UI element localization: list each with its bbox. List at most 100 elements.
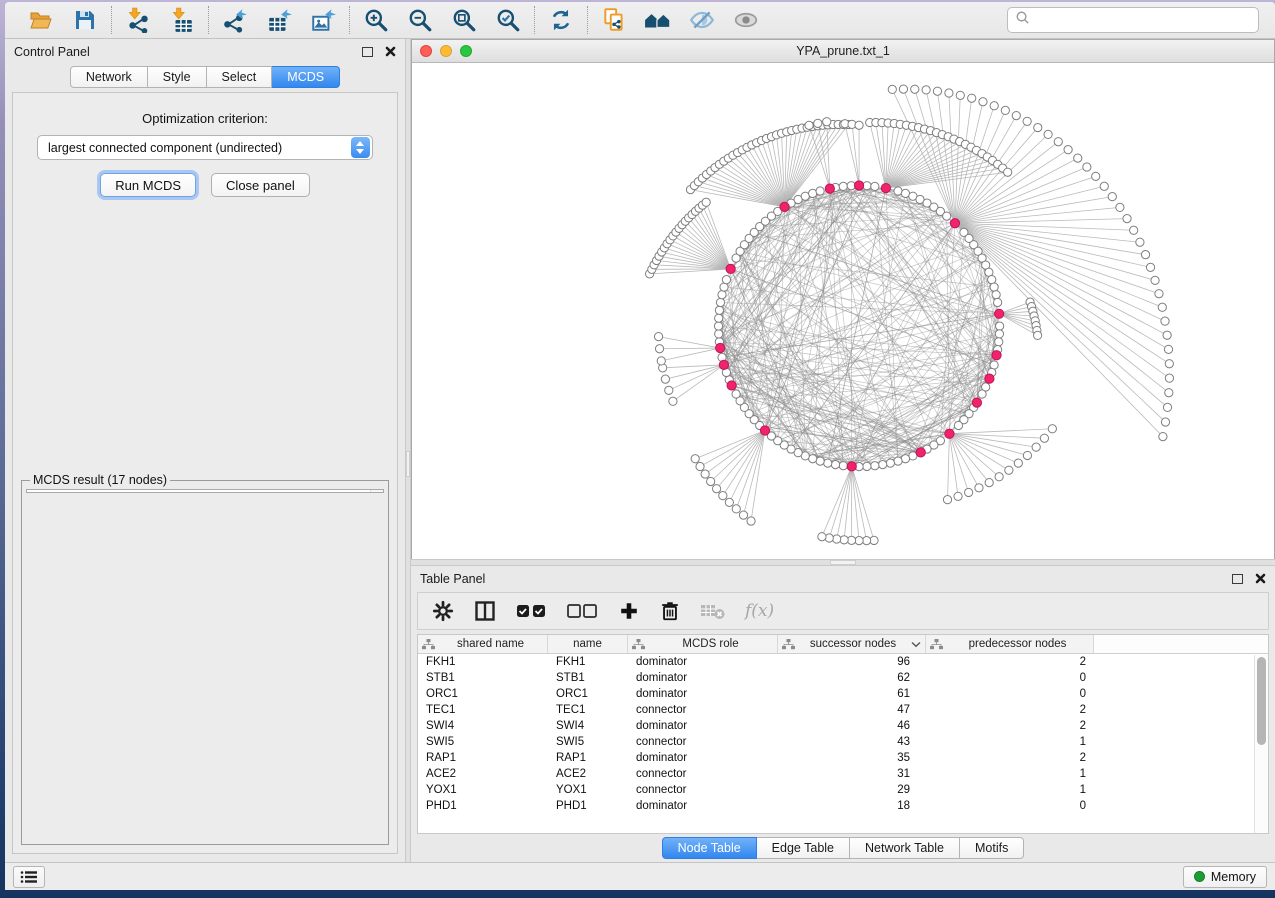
- optimization-criterion-label: Optimization criterion:: [142, 111, 268, 126]
- table-panel-title: Table Panel: [420, 572, 485, 586]
- cell-successor-nodes: 47: [778, 702, 926, 718]
- tab-node-table[interactable]: Node Table: [662, 837, 757, 859]
- cell-name: TEC1: [548, 702, 628, 718]
- refresh-layout-button[interactable]: [547, 6, 575, 34]
- add-row-plus-icon[interactable]: [618, 600, 640, 622]
- float-table-panel-button[interactable]: [1232, 574, 1243, 584]
- zoom-selected-button[interactable]: [494, 6, 522, 34]
- column-header-filler: [1094, 635, 1268, 653]
- mcds-result-box: MCDS result (17 nodes) PHD1CAR1STP4TID3Y…: [21, 473, 389, 845]
- table-panel-tabs: Node TableEdge TableNetwork TableMotifs: [411, 834, 1275, 862]
- cell-predecessor-nodes: 0: [926, 798, 1094, 814]
- control-panel: Control Panel NetworkStyleSelectMCDS Opt…: [5, 39, 405, 862]
- float-icon: [1232, 574, 1243, 584]
- cell-shared-name: RAP1: [418, 750, 548, 766]
- close-panel-button-mcds[interactable]: Close panel: [211, 173, 310, 197]
- cell-successor-nodes: 31: [778, 766, 926, 782]
- table-row[interactable]: SWI4SWI4dominator462: [418, 718, 1268, 734]
- import-network-button[interactable]: [124, 6, 152, 34]
- search-box: [1007, 7, 1259, 33]
- cell-mcds-role: dominator: [628, 654, 778, 670]
- show-column-icon[interactable]: [473, 599, 497, 623]
- delete-row-trash-icon[interactable]: [659, 600, 681, 622]
- zoom-fit-button[interactable]: [450, 6, 478, 34]
- cell-mcds-role: connector: [628, 766, 778, 782]
- search-input[interactable]: [1035, 13, 1251, 27]
- cell-mcds-role: dominator: [628, 686, 778, 702]
- close-table-panel-button[interactable]: [1255, 573, 1266, 584]
- tab-mcds[interactable]: MCDS: [272, 66, 340, 88]
- cell-name: YOX1: [548, 782, 628, 798]
- scrollbar-thumb[interactable]: [1257, 657, 1266, 745]
- column-header-name[interactable]: name: [548, 635, 628, 653]
- network-canvas[interactable]: [412, 63, 1274, 559]
- show-all-eye-icon-button[interactable]: [732, 6, 760, 34]
- optimization-criterion-select[interactable]: largest connected component (undirected): [37, 135, 373, 160]
- column-header-predecessor-nodes[interactable]: predecessor nodes: [926, 635, 1094, 653]
- cell-predecessor-nodes: 2: [926, 750, 1094, 766]
- memory-status-button[interactable]: Memory: [1183, 866, 1267, 888]
- table-header-row: shared namenameMCDS rolesuccessor nodesp…: [418, 635, 1268, 654]
- mcds-result-legend: MCDS result (17 nodes): [30, 473, 170, 487]
- splitter-handle-icon: [830, 560, 856, 565]
- cell-successor-nodes: 96: [778, 654, 926, 670]
- main-toolbar: [5, 2, 1275, 39]
- cell-successor-nodes: 43: [778, 734, 926, 750]
- table-row[interactable]: RAP1RAP1dominator352: [418, 750, 1268, 766]
- cell-predecessor-nodes: 2: [926, 702, 1094, 718]
- table-row[interactable]: FKH1FKH1dominator962: [418, 654, 1268, 670]
- table-scrollbar[interactable]: [1254, 655, 1268, 833]
- deselect-all-checkboxes-icon[interactable]: [567, 602, 599, 620]
- cell-name: ORC1: [548, 686, 628, 702]
- table-row[interactable]: ORC1ORC1dominator610: [418, 686, 1268, 702]
- table-row[interactable]: ACE2ACE2connector311: [418, 766, 1268, 782]
- cell-mcds-role: dominator: [628, 798, 778, 814]
- function-builder-fx-icon: f(x): [745, 601, 774, 621]
- network-window: YPA_prune.txt_1: [411, 39, 1275, 559]
- table-row[interactable]: STB1STB1dominator620: [418, 670, 1268, 686]
- tab-network[interactable]: Network: [70, 66, 148, 88]
- copy-network-button[interactable]: [600, 6, 628, 34]
- hide-selected-eye-icon-button[interactable]: [688, 6, 716, 34]
- task-history-list-icon-button[interactable]: [13, 866, 45, 888]
- cell-predecessor-nodes: 2: [926, 654, 1094, 670]
- zoom-in-button[interactable]: [362, 6, 390, 34]
- select-all-checkboxes-icon[interactable]: [516, 602, 548, 620]
- column-header-mcds-role[interactable]: MCDS role: [628, 635, 778, 653]
- tab-select[interactable]: Select: [207, 66, 273, 88]
- float-panel-button[interactable]: [362, 47, 373, 57]
- status-bar: Memory: [5, 862, 1275, 890]
- column-header-successor-nodes[interactable]: successor nodes: [778, 635, 926, 653]
- run-mcds-button[interactable]: Run MCDS: [100, 173, 196, 197]
- splitter-handle-icon: [406, 451, 410, 477]
- table-row[interactable]: SWI5SWI5connector431: [418, 734, 1268, 750]
- import-table-button[interactable]: [168, 6, 196, 34]
- export-image-button[interactable]: [309, 6, 337, 34]
- panel-splitter[interactable]: [405, 39, 411, 862]
- export-table-button[interactable]: [265, 6, 293, 34]
- tab-motifs[interactable]: Motifs: [960, 837, 1024, 859]
- open-session-button[interactable]: [27, 6, 55, 34]
- table-row[interactable]: PHD1PHD1dominator180: [418, 798, 1268, 814]
- zoom-out-button[interactable]: [406, 6, 434, 34]
- list-scrollbar[interactable]: [370, 490, 383, 492]
- mcds-tab-content: Optimization criterion: largest connecte…: [12, 92, 398, 854]
- table-row[interactable]: TEC1TEC1connector472: [418, 702, 1268, 718]
- table-settings-gear-icon[interactable]: [432, 600, 454, 622]
- table-splitter[interactable]: [411, 559, 1275, 566]
- cell-successor-nodes: 29: [778, 782, 926, 798]
- close-panel-button[interactable]: [385, 46, 396, 57]
- selected-option: largest connected component (undirected): [38, 141, 351, 155]
- export-network-button[interactable]: [221, 6, 249, 34]
- control-panel-title: Control Panel: [14, 45, 90, 59]
- close-icon: [1255, 573, 1266, 584]
- mcds-node-item[interactable]: PHD1: [32, 492, 383, 493]
- first-neighbors-button[interactable]: [644, 6, 672, 34]
- memory-status-green-icon: [1194, 871, 1205, 882]
- table-row[interactable]: YOX1YOX1connector291: [418, 782, 1268, 798]
- tab-network-table[interactable]: Network Table: [850, 837, 960, 859]
- tab-style[interactable]: Style: [148, 66, 207, 88]
- save-session-button[interactable]: [71, 6, 99, 34]
- column-header-shared-name[interactable]: shared name: [418, 635, 548, 653]
- tab-edge-table[interactable]: Edge Table: [757, 837, 850, 859]
